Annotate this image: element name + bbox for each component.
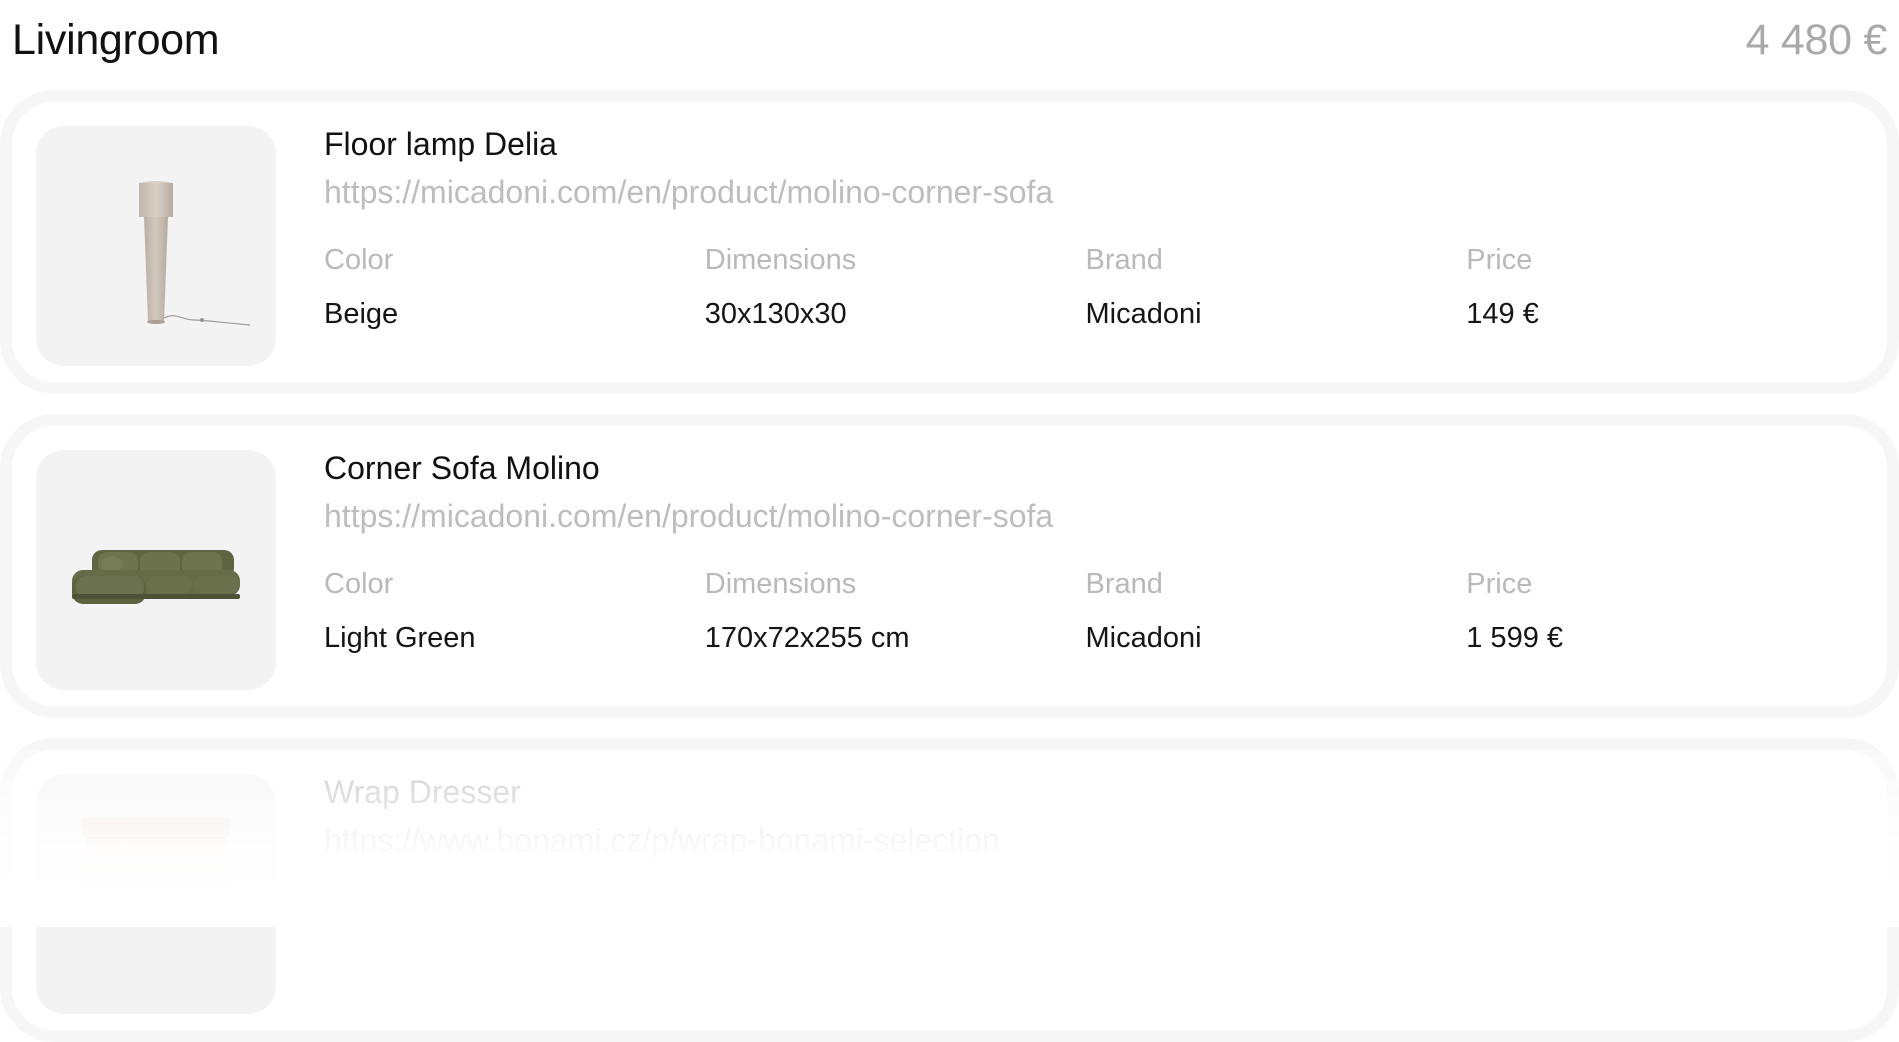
attr-value: Light Green (324, 622, 476, 654)
attr-value: 149 € (1466, 298, 1539, 330)
corner-sofa-image (72, 550, 240, 604)
product-info: Floor lamp Delia https://micadoni.com/en… (324, 120, 1847, 334)
product-url-link[interactable]: https://micadoni.com/en/product/molino-c… (324, 492, 1847, 540)
attr-label: Price (1466, 244, 1533, 276)
attr-label: Brand (1085, 244, 1163, 276)
attr-brand: Brand Micadoni (1086, 240, 1467, 334)
attr-value: Micadoni (1085, 622, 1202, 654)
attr-price: Price 149 € (1466, 240, 1847, 334)
attr-color: Color Beige (324, 240, 705, 334)
attr-value: 30x130x30 (704, 298, 847, 330)
room-total-price: 4 480 € (1745, 15, 1888, 64)
product-info: Corner Sofa Molino https://micadoni.com/… (324, 444, 1847, 658)
product-thumbnail[interactable] (36, 126, 276, 366)
product-thumbnail[interactable] (36, 450, 276, 690)
attr-label: Color (324, 244, 394, 276)
product-name[interactable]: Wrap Dresser (324, 768, 1847, 816)
product-attributes: Color Light Green Dimensions 170x72x255 … (324, 564, 1847, 658)
product-name[interactable]: Floor lamp Delia (324, 120, 1847, 168)
room-title: Livingroom (12, 15, 220, 64)
attr-value: Beige (324, 298, 399, 330)
product-thumbnail[interactable] (36, 774, 276, 1014)
floor-lamp-image (139, 181, 251, 326)
attr-dimensions: Dimensions 170x72x255 cm (705, 564, 1086, 658)
attr-label: Price (1466, 568, 1533, 600)
attr-price: Price 1 599 € (1466, 564, 1847, 658)
product-name[interactable]: Corner Sofa Molino (324, 444, 1847, 492)
product-card[interactable]: Wrap Dresser https://www.bonami.cz/p/wra… (0, 738, 1899, 1042)
attr-label: Dimensions (704, 244, 857, 276)
room-header: Livingroom 4 480 € (12, 10, 1887, 70)
product-url-link[interactable]: https://micadoni.com/en/product/molino-c… (324, 168, 1847, 216)
attr-color: Color Light Green (324, 564, 705, 658)
attr-value: 1 599 € (1466, 622, 1564, 654)
product-card[interactable]: Corner Sofa Molino https://micadoni.com/… (0, 414, 1899, 718)
product-attributes: Color Beige Dimensions 30x130x30 Brand M… (324, 240, 1847, 334)
product-info: Wrap Dresser https://www.bonami.cz/p/wra… (324, 768, 1847, 864)
attr-label: Brand (1085, 568, 1163, 600)
attr-label: Dimensions (704, 568, 857, 600)
product-url-link[interactable]: https://www.bonami.cz/p/wrap-bonami-sele… (324, 816, 1847, 864)
attr-label: Color (324, 568, 394, 600)
product-card[interactable]: Floor lamp Delia https://micadoni.com/en… (0, 90, 1899, 394)
attr-dimensions: Dimensions 30x130x30 (705, 240, 1086, 334)
attr-value: 170x72x255 cm (704, 622, 910, 654)
attr-brand: Brand Micadoni (1086, 564, 1467, 658)
attr-value: Micadoni (1085, 298, 1202, 330)
dresser-image (82, 818, 230, 894)
